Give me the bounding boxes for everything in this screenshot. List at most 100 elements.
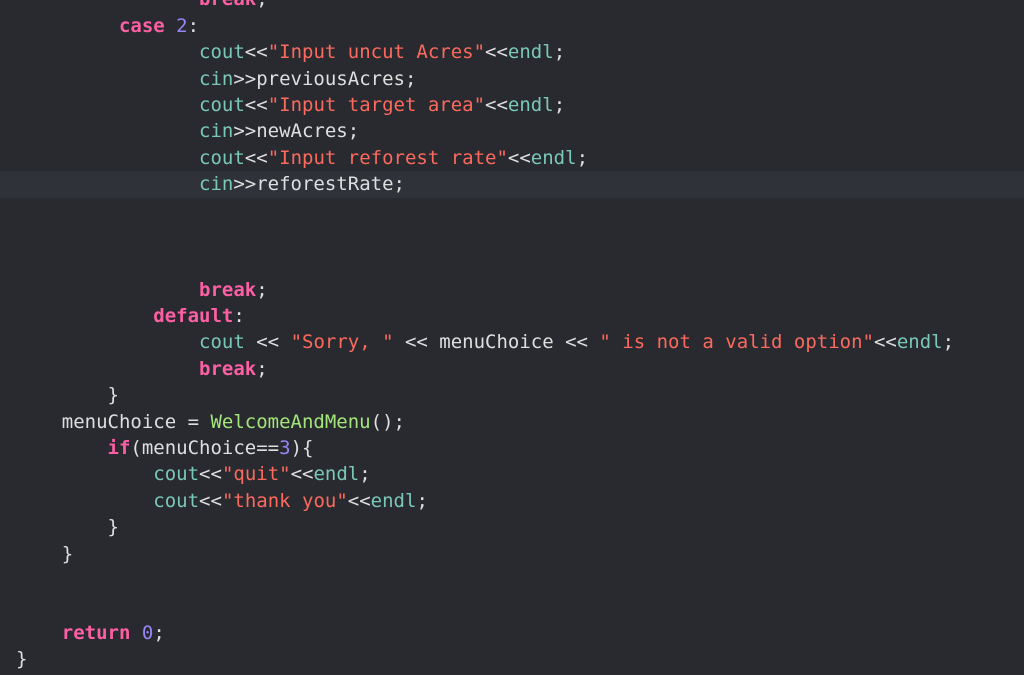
code-text-token: << xyxy=(244,146,268,169)
code-text-token: << xyxy=(485,93,508,116)
code-line-current[interactable]: cin>>reforestRate; xyxy=(0,171,1024,198)
code-line[interactable]: } xyxy=(16,541,1024,567)
string-literal-token: "quit" xyxy=(221,463,291,486)
code-text-token: << xyxy=(485,41,508,64)
code-line[interactable] xyxy=(16,250,1024,276)
code-line[interactable]: menuChoice = WelcomeAndMenu(); xyxy=(16,409,1024,435)
keyword-token: break xyxy=(199,278,257,301)
code-line[interactable]: return 0; xyxy=(16,620,1024,646)
keyword-token: break xyxy=(199,357,257,380)
code-line[interactable]: cout<<"Input target area"<<endl; xyxy=(16,92,1024,118)
code-line[interactable]: cout<<"Input reforest rate"<<endl; xyxy=(16,145,1024,171)
library-identifier-token: endl xyxy=(370,489,417,512)
code-text-token: menuChoice = xyxy=(16,410,211,433)
code-text-token: ){ xyxy=(290,437,314,460)
code-line[interactable] xyxy=(16,567,1024,593)
code-line[interactable]: } xyxy=(16,646,1024,672)
code-line[interactable]: cin>>newAcres; xyxy=(16,118,1024,144)
code-text-token: << xyxy=(244,93,268,116)
code-text-token: >>previousAcres; xyxy=(233,67,417,90)
code-line[interactable]: break; xyxy=(16,0,1024,13)
code-line[interactable]: cout<<"thank you"<<endl; xyxy=(16,488,1024,514)
library-identifier-token: cout xyxy=(199,331,245,354)
code-text-token: : xyxy=(187,14,200,37)
keyword-token: return xyxy=(61,621,131,644)
code-line[interactable]: break; xyxy=(16,277,1024,303)
library-identifier-token: cout xyxy=(199,146,245,169)
code-text-token: (menuChoice== xyxy=(130,437,280,460)
code-text-token: << xyxy=(507,146,531,169)
code-line[interactable]: if(menuChoice==3){ xyxy=(16,435,1024,461)
code-text-token: ; xyxy=(256,0,267,10)
code-text-token: } xyxy=(16,648,28,671)
code-text-token: << xyxy=(347,489,371,512)
keyword-token: case xyxy=(118,14,165,37)
code-line[interactable]: cout<<"quit"<<endl; xyxy=(16,461,1024,487)
code-text-token: ; xyxy=(942,331,955,354)
code-text-token: } xyxy=(16,384,119,407)
string-literal-token: " is not a valid option" xyxy=(599,331,874,354)
string-literal-token: "Sorry, " xyxy=(290,331,394,354)
code-line[interactable]: case 2: xyxy=(16,13,1024,39)
keyword-token: if xyxy=(107,437,131,460)
code-line[interactable] xyxy=(16,198,1024,224)
code-text-token: ; xyxy=(553,41,566,64)
code-text-token: } xyxy=(16,542,74,565)
library-identifier-token: cin xyxy=(199,120,234,143)
library-identifier-token: cout xyxy=(153,463,200,486)
code-text-token: << xyxy=(199,463,222,486)
code-text-token: ; xyxy=(256,278,268,301)
code-line[interactable]: cout << "Sorry, " << menuChoice << " is … xyxy=(16,329,1024,355)
code-line[interactable]: break; xyxy=(16,356,1024,382)
string-literal-token: "Input uncut Acres" xyxy=(267,41,486,64)
code-line[interactable]: cin>>previousAcres; xyxy=(16,66,1024,92)
string-literal-token: "Input target area" xyxy=(267,93,486,116)
code-text-token: : xyxy=(233,305,245,328)
code-line[interactable]: } xyxy=(16,514,1024,540)
library-identifier-token: endl xyxy=(507,93,554,116)
code-text-token: << xyxy=(244,331,291,354)
code-text-token: ; xyxy=(416,489,428,512)
library-identifier-token: cin xyxy=(199,67,234,90)
library-identifier-token: endl xyxy=(530,146,577,169)
code-text-token: ; xyxy=(256,357,268,380)
code-editor[interactable]: break; case 2: cout<<"Input uncut Acres"… xyxy=(0,0,1024,673)
number-literal-token: 2 xyxy=(176,14,188,37)
code-text-token: } xyxy=(16,516,119,539)
code-text-token: >>newAcres; xyxy=(233,120,360,143)
code-text-token: << xyxy=(873,331,897,354)
library-identifier-token: endl xyxy=(313,463,360,486)
code-line[interactable]: default: xyxy=(16,303,1024,329)
library-identifier-token: cout xyxy=(153,489,200,512)
code-line[interactable] xyxy=(16,593,1024,619)
string-literal-token: "Input reforest rate" xyxy=(267,146,508,169)
code-text-token: ; xyxy=(576,146,589,169)
library-identifier-token: cin xyxy=(199,173,234,196)
library-identifier-token: endl xyxy=(896,331,943,354)
number-literal-token: 3 xyxy=(279,437,291,460)
library-identifier-token: cout xyxy=(199,93,245,116)
keyword-token: default xyxy=(153,305,234,328)
code-text-token: ; xyxy=(153,621,165,644)
code-line[interactable] xyxy=(16,224,1024,250)
library-identifier-token: cout xyxy=(199,41,245,64)
keyword-token: break xyxy=(199,0,256,10)
number-literal-token: 0 xyxy=(141,621,154,644)
library-identifier-token: endl xyxy=(507,41,554,64)
code-line[interactable]: } xyxy=(16,382,1024,408)
code-line[interactable]: cout<<"Input uncut Acres"<<endl; xyxy=(16,39,1024,65)
code-text-token: >>reforestRate; xyxy=(233,173,405,196)
